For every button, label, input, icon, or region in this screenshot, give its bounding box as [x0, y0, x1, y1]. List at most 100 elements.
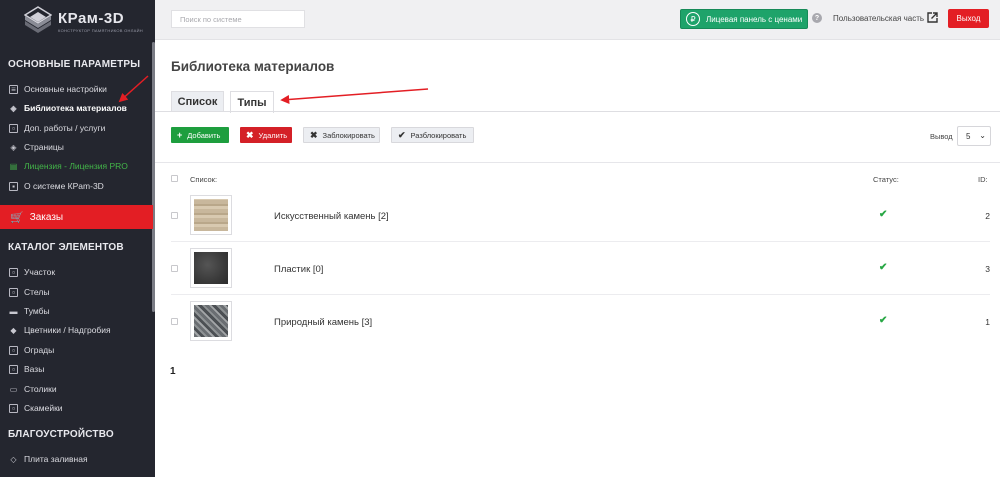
sidebar-item-steles[interactable]: ▫ Стелы [0, 283, 152, 301]
sidebar-item-main-settings[interactable]: ≡ Основные настройки [0, 80, 152, 98]
sidebar-item-slab[interactable]: ◇ Плита заливная [0, 450, 152, 468]
tab-list[interactable]: Список [171, 91, 224, 112]
table-row-id: 3 [985, 264, 990, 274]
fence-icon: ▫ [9, 345, 18, 355]
stele-icon: ▫ [9, 287, 18, 297]
sidebar-item-flowerbeds[interactable]: ◆ Цветники / Надгробия [0, 321, 152, 339]
table-row-name[interactable]: Природный камень [3] [274, 317, 372, 328]
help-icon[interactable]: ? [812, 13, 822, 23]
bench-icon: ▫ [9, 403, 18, 413]
add-button-label: Добавить [187, 130, 221, 140]
pedestal-icon: ▬ [9, 306, 18, 316]
sidebar-item-label: Библиотека материалов [24, 103, 127, 113]
logo-subtitle: КОНСТРУКТОР ПАМЯТНИКОВ ОНЛАЙН [58, 27, 143, 33]
sidebar-item-pedestals[interactable]: ▬ Тумбы [0, 302, 152, 320]
sidebar-item-license[interactable]: ▤ Лицензия - Лицензия PRO [0, 157, 152, 175]
material-thumbnail[interactable] [190, 195, 232, 235]
sidebar-item-pages[interactable]: ◈ Страницы [0, 138, 152, 156]
sidebar-scrollbar[interactable] [152, 42, 155, 312]
table-row-name[interactable]: Искусственный камень [2] [274, 211, 389, 222]
sidebar-item-label: Тумбы [24, 306, 50, 316]
sidebar: КРам-3D КОНСТРУКТОР ПАМЯТНИКОВ ОНЛАЙН ОС… [0, 0, 155, 477]
sidebar-item-tables[interactable]: ▭ Столики [0, 380, 152, 398]
lock-button-label: Заблокировать [322, 130, 375, 140]
cross-icon: ✖ [310, 129, 318, 140]
column-header-status: Статус: [873, 175, 899, 184]
flowerbed-icon: ◆ [10, 325, 17, 335]
info-icon: ▪ [9, 181, 18, 191]
sidebar-item-about[interactable]: ▪ О системе КРam-3D [0, 177, 152, 195]
logout-button[interactable]: Выход [948, 9, 989, 28]
logo[interactable]: КРам-3D КОНСТРУКТОР ПАМЯТНИКОВ ОНЛАЙН [0, 0, 155, 42]
show-count-label: Вывод [930, 132, 953, 141]
toolbar-divider [155, 162, 1000, 163]
row-checkbox[interactable] [171, 265, 178, 272]
row-divider [171, 294, 990, 295]
sidebar-item-label: О системе КРam-3D [24, 181, 104, 191]
sidebar-item-services[interactable]: ▫ Доп. работы / услуги [0, 119, 152, 137]
row-checkbox[interactable] [171, 318, 178, 325]
pages-icon: ◈ [10, 142, 17, 152]
sidebar-item-label: Заказы [29, 211, 64, 223]
logo-title: КРам-3D [58, 9, 125, 27]
status-check-icon[interactable]: ✔ [879, 209, 887, 220]
external-link-icon[interactable] [927, 12, 938, 23]
sidebar-item-label: Скамейки [24, 403, 63, 413]
sidebar-item-label: Ограды [24, 345, 55, 355]
unlock-button-label: Разблокировать [410, 130, 467, 140]
check-icon: ✔ [398, 129, 406, 140]
plus-icon: + [177, 130, 183, 140]
pagination-current-page[interactable]: 1 [170, 366, 176, 377]
topbar: ₽ Лицевая панель с ценами ? Пользователь… [155, 0, 1000, 40]
section-title-catalog: КАТАЛОГ ЭЛЕМЕНТОВ [8, 242, 124, 253]
sidebar-item-label: Цветники / Надгробия [24, 325, 111, 335]
show-count-value: 5 [966, 131, 971, 141]
sidebar-item-orders[interactable]: 🛒 Заказы [0, 205, 153, 229]
select-all-checkbox[interactable] [171, 175, 178, 182]
section-title-improvement: БЛАГОУСТРОЙСТВО [8, 429, 114, 440]
services-icon: ▫ [9, 123, 18, 133]
status-check-icon[interactable]: ✔ [879, 262, 887, 273]
page-title: Библиотека материалов [171, 59, 335, 74]
tab-types[interactable]: Типы [230, 91, 274, 113]
vase-icon: ▫ [9, 364, 18, 374]
ruble-icon: ₽ [686, 12, 700, 26]
sidebar-item-plot[interactable]: ▫ Участок [0, 263, 152, 281]
sidebar-item-materials-library[interactable]: ◈ Библиотека материалов [0, 99, 152, 117]
show-count-select[interactable]: 5 ⌄ [957, 126, 991, 146]
sidebar-item-vases[interactable]: ▫ Вазы [0, 360, 152, 378]
sidebar-item-label: Страницы [24, 142, 64, 152]
row-divider [171, 241, 990, 242]
table-icon: ▭ [9, 384, 18, 394]
unlock-button[interactable]: ✔ Разблокировать [391, 127, 474, 143]
section-title-main: ОСНОВНЫЕ ПАРАМЕТРЫ [8, 59, 141, 70]
close-icon: ✖ [246, 129, 254, 140]
lock-button[interactable]: ✖ Заблокировать [303, 127, 380, 143]
library-icon: ◈ [10, 103, 17, 113]
status-check-icon[interactable]: ✔ [879, 315, 887, 326]
sidebar-item-label: Доп. работы / услуги [24, 123, 106, 133]
user-part-link[interactable]: Пользовательская часть [833, 14, 924, 23]
row-checkbox[interactable] [171, 212, 178, 219]
column-header-list: Список: [190, 175, 218, 184]
table-row-id: 1 [985, 317, 990, 327]
material-thumbnail[interactable] [190, 301, 232, 341]
sidebar-item-label: Стелы [24, 287, 50, 297]
material-thumbnail[interactable] [190, 248, 232, 288]
sidebar-item-label: Участок [24, 267, 56, 277]
price-panel-button[interactable]: ₽ Лицевая панель с ценами [680, 9, 808, 29]
add-button[interactable]: + Добавить [171, 127, 229, 143]
delete-button[interactable]: ✖ Удалить [240, 127, 292, 143]
column-header-id: ID: [978, 175, 988, 184]
logo-icon [24, 6, 52, 33]
table-row-name[interactable]: Пластик [0] [274, 264, 323, 275]
chevron-down-icon: ⌄ [979, 131, 986, 140]
sidebar-item-fences[interactable]: ▫ Ограды [0, 341, 152, 359]
sidebar-item-benches[interactable]: ▫ Скамейки [0, 399, 152, 417]
price-panel-label: Лицевая панель с ценами [706, 14, 803, 24]
plot-icon: ▫ [9, 267, 18, 277]
sidebar-item-label: Вазы [24, 364, 45, 374]
search-input[interactable] [171, 10, 305, 28]
sidebar-item-label: Столики [24, 384, 57, 394]
settings-icon: ≡ [9, 84, 18, 94]
